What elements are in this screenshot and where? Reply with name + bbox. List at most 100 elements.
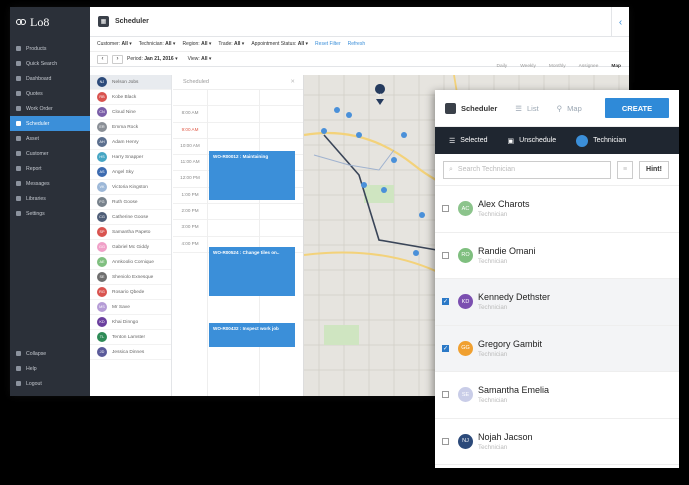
- technician-row[interactable]: ✓ KD Kennedy Dethster Technician: [435, 279, 679, 326]
- sidebar-item[interactable]: Work Order: [10, 101, 90, 116]
- sidebar-item[interactable]: Quick Search: [10, 56, 90, 71]
- technician-checkbox[interactable]: [442, 251, 449, 259]
- pin-icon: ⚲: [556, 103, 563, 113]
- person-row[interactable]: RB Kobe Black: [90, 90, 171, 105]
- person-row[interactable]: MS Mr Save: [90, 300, 171, 315]
- sidebar-item[interactable]: Messages: [10, 176, 90, 191]
- person-name: Khai Dinngo: [112, 319, 139, 325]
- person-row[interactable]: HS Harry Snapper: [90, 150, 171, 165]
- sidebar-item[interactable]: Libraries: [10, 191, 90, 206]
- calendar-icon: [445, 102, 456, 114]
- mobile-panel: Scheduler ☰ List ⚲ Map CREATE ☰ Selected ▣ U…: [435, 90, 679, 468]
- view-tab[interactable]: Monthly: [549, 64, 566, 69]
- search-input[interactable]: ⌕ Search Technician: [443, 160, 611, 179]
- search-bar: ⌕ Search Technician ≡ Hint!: [435, 154, 679, 186]
- technician-role: Technician: [478, 211, 508, 219]
- technician-row[interactable]: SE Samantha Emelia Technician: [435, 372, 679, 419]
- technician-checkbox[interactable]: [442, 391, 449, 399]
- person-row[interactable]: RG Rosario Qbede: [90, 285, 171, 300]
- person-row[interactable]: ER Emma Rock: [90, 120, 171, 135]
- view-tab[interactable]: Map: [611, 64, 621, 69]
- sidebar-item[interactable]: Report: [10, 161, 90, 176]
- filter-technician[interactable]: Technician: All ▾: [139, 41, 176, 47]
- person-row[interactable]: FG Ruth Goose: [90, 195, 171, 210]
- filter-trade[interactable]: Trade: All ▾: [218, 41, 244, 47]
- back-chevron-icon[interactable]: ‹: [611, 7, 629, 37]
- technician-row[interactable]: NJ Nojah Jacson Technician: [435, 419, 679, 465]
- event-block[interactable]: WO-R00432 : Inspect work job: [209, 323, 295, 347]
- person-row[interactable]: VK Victoria Kingston: [90, 180, 171, 195]
- time-row: 8:00 AM: [173, 106, 303, 123]
- technician-row[interactable]: RO Randie Omani Technician: [435, 233, 679, 279]
- person-row[interactable]: GG Gabriel Mc Giddy: [90, 240, 171, 255]
- view-tab[interactable]: Weekly: [520, 64, 536, 69]
- person-row[interactable]: AE Annkoolio Cornique: [90, 255, 171, 270]
- technician-role: Technician: [478, 443, 508, 451]
- filter-button[interactable]: ≡: [617, 160, 633, 179]
- technician-role: Technician: [478, 397, 508, 405]
- create-button[interactable]: CREATE: [605, 98, 669, 118]
- person-row[interactable]: JD Jessica Dinnes: [90, 345, 171, 360]
- technician-checkbox[interactable]: ✓: [442, 344, 449, 352]
- calendar-icon: ▦: [98, 16, 109, 27]
- prev-period-button[interactable]: ‹: [97, 54, 108, 64]
- filter-bar: Customer: All ▾ Technician: All ▾ Region…: [90, 37, 629, 52]
- sidebar-item[interactable]: Quotes: [10, 86, 90, 101]
- people-list: NJ Nelson Jobs RB Kobe Black CN Cloud Nine ER E…: [90, 75, 172, 396]
- filter-appointment-status[interactable]: Appointment Status: All ▾: [251, 41, 308, 47]
- tab-map[interactable]: ⚲ Map: [557, 104, 582, 113]
- nav-icon: [16, 91, 21, 96]
- sidebar-item-label: Logout: [26, 380, 42, 387]
- tab-list[interactable]: ☰ List: [515, 104, 538, 113]
- sidebar-item[interactable]: Customer: [10, 146, 90, 161]
- sidebar-bottom-item[interactable]: Help: [10, 361, 90, 376]
- next-period-button[interactable]: ›: [112, 54, 123, 64]
- person-row[interactable]: SE Sheniolo Exnesque: [90, 270, 171, 285]
- person-row[interactable]: KD Khai Dinngo: [90, 315, 171, 330]
- technician-checkbox[interactable]: ✓: [442, 298, 449, 306]
- close-icon[interactable]: ✕: [290, 79, 295, 85]
- sidebar-bottom-item[interactable]: Logout: [10, 376, 90, 391]
- sidebar-item[interactable]: Scheduler: [10, 116, 90, 131]
- filter-region[interactable]: Region: All ▾: [182, 41, 211, 47]
- person-row[interactable]: AH Adam Henry: [90, 135, 171, 150]
- person-row[interactable]: AS Angel Sky: [90, 165, 171, 180]
- sidebar-item[interactable]: Asset: [10, 131, 90, 146]
- hint-button[interactable]: Hint!: [639, 160, 669, 179]
- person-row[interactable]: NJ Nelson Jobs: [90, 75, 171, 90]
- reset-filter-link[interactable]: Reset Filter: [315, 41, 341, 47]
- person-row[interactable]: CG Catherine Goose: [90, 210, 171, 225]
- grid-line: [207, 90, 208, 396]
- sidebar-item[interactable]: Settings: [10, 206, 90, 221]
- sidebar-item[interactable]: Products: [10, 41, 90, 56]
- person-row[interactable]: CN Cloud Nine: [90, 105, 171, 120]
- nav-icon: [16, 136, 21, 141]
- sidebar-item[interactable]: Dashboard: [10, 71, 90, 86]
- technician-row[interactable]: AC Alex Charots Technician: [435, 186, 679, 233]
- view-select[interactable]: View: All ▾: [188, 56, 212, 62]
- sidebar: Lo8 Products Quick Search Dashboard Quotes W…: [10, 7, 90, 396]
- time-label: 2:00 PM: [181, 208, 199, 214]
- person-row[interactable]: SP Samantha Papeto: [90, 225, 171, 240]
- tab-selected[interactable]: ☰ Selected: [449, 137, 488, 145]
- avatar: NJ: [97, 77, 107, 87]
- refresh-link[interactable]: Refresh: [348, 41, 366, 47]
- person-name: Mr Save: [112, 304, 130, 310]
- search-icon: ⌕: [449, 165, 453, 173]
- technician-row[interactable]: ✓ GG Gregory Gambit Technician: [435, 325, 679, 372]
- technician-info: Nojah Jacson Technician: [478, 432, 533, 451]
- technician-checkbox[interactable]: [442, 437, 449, 445]
- event-block[interactable]: WO-R00524 : Change tiles on..: [209, 247, 295, 296]
- view-tab[interactable]: Daily: [497, 64, 508, 69]
- tab-unschedule[interactable]: ▣ Unschedule: [508, 137, 557, 145]
- sidebar-bottom-item[interactable]: Collapse: [10, 346, 90, 361]
- technician-name: Kennedy Dethster: [478, 292, 551, 303]
- filter-customer[interactable]: Customer: All ▾: [97, 41, 132, 47]
- person-row[interactable]: TL Tenton Lamster: [90, 330, 171, 345]
- event-block[interactable]: WO-R00012 : Maintaining: [209, 151, 295, 200]
- logo: Lo8: [10, 7, 90, 37]
- period-select[interactable]: Period: Jan 21, 2016 ▾: [127, 56, 178, 62]
- view-tab[interactable]: Assignee: [579, 64, 599, 69]
- technician-checkbox[interactable]: [442, 205, 449, 213]
- tab-technician[interactable]: Technician: [576, 134, 626, 147]
